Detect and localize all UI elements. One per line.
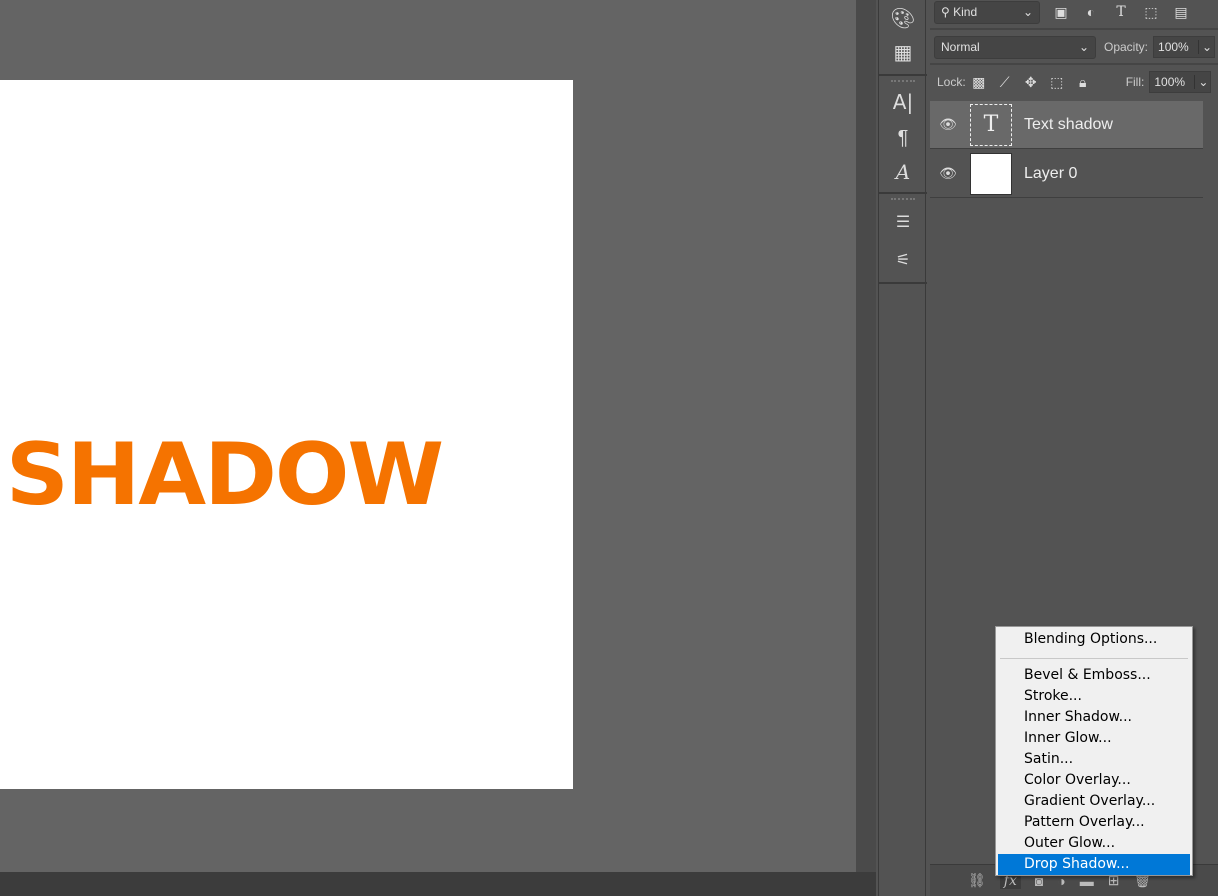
- lock-label: Lock:: [937, 75, 966, 89]
- lock-move-icon[interactable]: ✥: [1018, 74, 1044, 91]
- brush-settings-icon[interactable]: ☰: [879, 206, 927, 238]
- menu-item-blending-options[interactable]: Blending Options...: [998, 629, 1190, 650]
- layer-name[interactable]: Text shadow: [1024, 116, 1113, 134]
- lock-all-icon[interactable]: 🔒︎: [1070, 74, 1096, 91]
- shadow-text[interactable]: SHADOW: [6, 432, 444, 518]
- opacity-label: Opacity:: [1104, 40, 1149, 54]
- shape-filter-icon[interactable]: ⬚: [1136, 4, 1166, 21]
- paragraph-icon[interactable]: ¶: [879, 122, 927, 154]
- pixel-filter-icon[interactable]: ▣: [1046, 4, 1076, 21]
- layer-row-text-shadow[interactable]: 👁︎ T Text shadow: [930, 101, 1203, 149]
- menu-item-outer-glow[interactable]: Outer Glow...: [998, 833, 1190, 854]
- chevron-down-icon[interactable]: ⌄: [1198, 40, 1212, 54]
- menu-item-color-overlay[interactable]: Color Overlay...: [998, 770, 1190, 791]
- layer-name[interactable]: Layer 0: [1024, 165, 1077, 183]
- grip-handle[interactable]: [891, 198, 915, 200]
- chevron-down-icon: ⌄: [1078, 40, 1089, 54]
- color-palette-icon[interactable]: 🎨︎: [879, 2, 927, 34]
- divider: [879, 282, 927, 284]
- grip-handle[interactable]: [891, 80, 915, 82]
- menu-item-pattern-overlay[interactable]: Pattern Overlay...: [998, 812, 1190, 833]
- vertical-scrollbar[interactable]: [856, 0, 876, 872]
- fill-field[interactable]: 100% ⌄: [1149, 71, 1212, 93]
- divider: [879, 74, 927, 76]
- panel-dock: 🎨︎ ▦ A| ¶ A ☰ ⚟: [878, 0, 927, 896]
- lock-artboard-icon[interactable]: ⬚: [1044, 74, 1070, 91]
- fill-label: Fill:: [1125, 75, 1145, 89]
- adjustment-filter-icon[interactable]: ◐: [1076, 4, 1106, 20]
- blend-mode-dropdown[interactable]: Normal ⌄: [934, 35, 1096, 59]
- layer-thumbnail: [970, 152, 1012, 195]
- layer-style-menu: Blending Options... Bevel & Emboss... St…: [995, 626, 1193, 876]
- visibility-eye-icon[interactable]: 👁︎: [930, 116, 966, 133]
- filter-kind-dropdown[interactable]: ⚲ Kind ⌄: [934, 0, 1040, 24]
- menu-item-inner-glow[interactable]: Inner Glow...: [998, 728, 1190, 749]
- lock-paint-icon[interactable]: ⟋: [992, 74, 1018, 91]
- menu-item-satin[interactable]: Satin...: [998, 749, 1190, 770]
- menu-item-drop-shadow[interactable]: Drop Shadow...: [998, 854, 1190, 875]
- document-canvas[interactable]: SHADOW: [0, 80, 573, 789]
- layer-row-layer-0[interactable]: 👁︎ Layer 0: [930, 150, 1203, 198]
- visibility-eye-icon[interactable]: 👁︎: [930, 165, 966, 182]
- type-filter-icon[interactable]: T: [1106, 4, 1136, 20]
- menu-separator: [1000, 658, 1188, 659]
- link-layers-icon[interactable]: ⛓︎: [968, 872, 986, 889]
- adjustments-icon[interactable]: ⚟: [879, 244, 927, 276]
- search-icon: ⚲: [941, 5, 954, 19]
- divider: [879, 192, 927, 194]
- lock-transparency-icon[interactable]: ▩: [966, 74, 992, 91]
- character-icon[interactable]: A|: [879, 86, 927, 118]
- menu-item-stroke[interactable]: Stroke...: [998, 686, 1190, 707]
- menu-item-gradient-overlay[interactable]: Gradient Overlay...: [998, 791, 1190, 812]
- opacity-field[interactable]: 100% ⌄: [1153, 36, 1216, 58]
- glyphs-icon[interactable]: A: [879, 156, 927, 188]
- type-layer-thumbnail: T: [970, 103, 1012, 146]
- menu-item-bevel-emboss[interactable]: Bevel & Emboss...: [998, 665, 1190, 686]
- canvas-area[interactable]: SHADOW: [0, 0, 856, 872]
- chevron-down-icon[interactable]: ⌄: [1194, 75, 1208, 89]
- chevron-down-icon: ⌄: [1022, 5, 1033, 19]
- smart-object-filter-icon[interactable]: ▤: [1166, 4, 1196, 21]
- swatches-grid-icon[interactable]: ▦: [879, 36, 927, 68]
- menu-item-inner-shadow[interactable]: Inner Shadow...: [998, 707, 1190, 728]
- horizontal-scrollbar[interactable]: [0, 872, 876, 896]
